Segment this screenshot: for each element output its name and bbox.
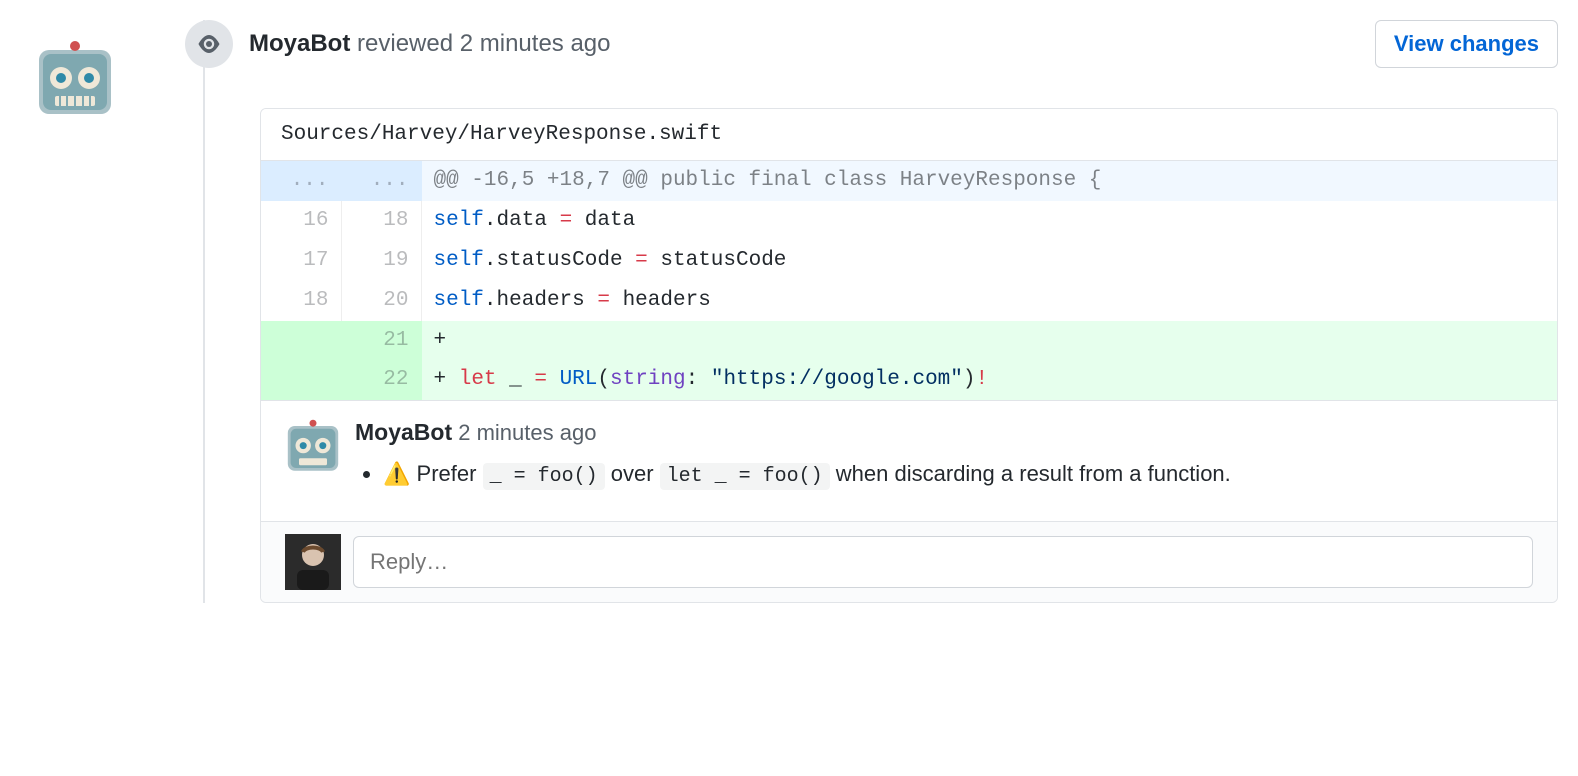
review-time: 2 minutes ago xyxy=(460,30,611,57)
reply-input[interactable] xyxy=(353,536,1533,588)
review-event-text: MoyaBot reviewed 2 minutes ago xyxy=(249,30,611,58)
file-path[interactable]: Sources/Harvey/HarveyResponse.swift xyxy=(261,109,1557,161)
diff-table: ......@@ -16,5 +18,7 @@ public final cla… xyxy=(261,161,1557,400)
comment-list: ⚠️ Prefer _ = foo() over let _ = foo() w… xyxy=(355,456,1533,493)
comment-time: 2 minutes ago xyxy=(458,420,596,445)
comment-meta: MoyaBot 2 minutes ago xyxy=(355,419,1533,446)
view-changes-button[interactable]: View changes xyxy=(1375,20,1558,68)
diff-line: 1618 self.data = data xyxy=(261,201,1557,241)
diff-line: 1820 self.headers = headers xyxy=(261,281,1557,321)
review-event-header: MoyaBot reviewed 2 minutes ago View chan… xyxy=(185,20,1558,68)
lint-warning: ⚠️ Prefer _ = foo() over let _ = foo() w… xyxy=(383,456,1533,493)
diff-line: 1719 self.statusCode = statusCode xyxy=(261,241,1557,281)
diff-line: 22+ let _ = URL(string: "https://google.… xyxy=(261,360,1557,400)
current-user-avatar[interactable] xyxy=(285,534,341,590)
review-comment: MoyaBot 2 minutes ago ⚠️ Prefer _ = foo(… xyxy=(261,400,1557,521)
comment-author[interactable]: MoyaBot xyxy=(355,419,452,445)
code-snippet: let _ = foo() xyxy=(660,463,830,490)
diff-line: 21+ xyxy=(261,321,1557,361)
eye-icon xyxy=(185,20,233,68)
timeline-line xyxy=(203,20,205,603)
reply-row xyxy=(261,521,1557,602)
comment-avatar[interactable] xyxy=(285,419,341,475)
timeline-item: MoyaBot reviewed 2 minutes ago View chan… xyxy=(20,20,1558,603)
avatar[interactable] xyxy=(35,40,115,120)
warning-icon: ⚠️ xyxy=(383,461,410,486)
review-box: Sources/Harvey/HarveyResponse.swift ....… xyxy=(260,108,1558,603)
hunk-header: ......@@ -16,5 +18,7 @@ public final cla… xyxy=(261,161,1557,201)
code-snippet: _ = foo() xyxy=(483,463,605,490)
reviewer-name[interactable]: MoyaBot xyxy=(249,30,350,57)
